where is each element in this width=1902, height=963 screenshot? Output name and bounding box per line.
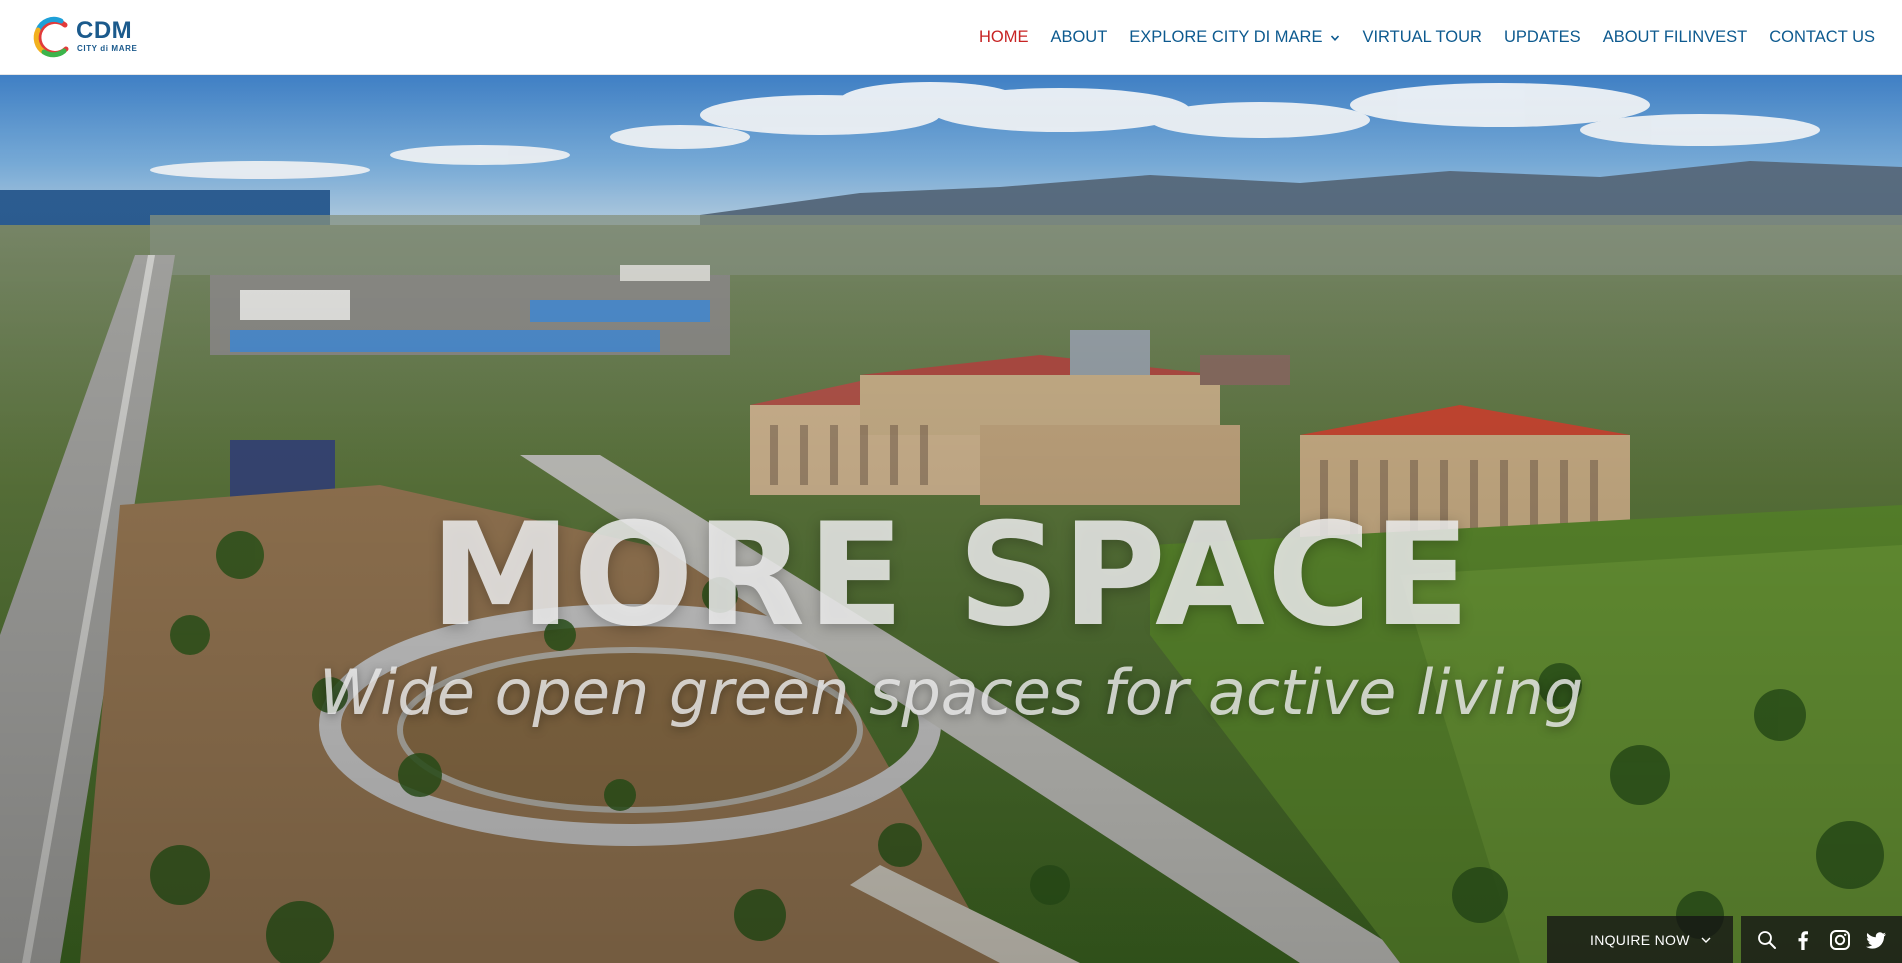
nav-virtual-tour[interactable]: VIRTUAL TOUR xyxy=(1362,28,1482,47)
cdm-logo-mark-icon xyxy=(33,16,69,58)
instagram-icon[interactable] xyxy=(1829,929,1851,951)
hero-headline: MORE SPACE xyxy=(429,493,1473,658)
nav-home[interactable]: HOME xyxy=(979,28,1029,47)
social-links-bar xyxy=(1741,916,1902,963)
inquire-now-button[interactable]: INQUIRE NOW xyxy=(1547,916,1733,963)
hero-banner: MORE SPACE Wide open green spaces for ac… xyxy=(0,75,1902,963)
chevron-down-icon xyxy=(1701,937,1711,943)
twitter-icon[interactable] xyxy=(1865,929,1887,951)
nav-updates[interactable]: UPDATES xyxy=(1504,28,1581,47)
search-icon[interactable] xyxy=(1756,929,1778,951)
hero-subline: Wide open green spaces for active living xyxy=(318,656,1584,729)
nav-about-filinvest[interactable]: ABOUT FILINVEST xyxy=(1603,28,1748,47)
nav-explore-city-di-mare[interactable]: EXPLORE CITY DI MARE xyxy=(1129,28,1340,47)
inquire-now-label: INQUIRE NOW xyxy=(1590,931,1690,948)
site-header: CDM CITY di MARE HOME ABOUT EXPLORE CITY… xyxy=(0,0,1902,75)
nav-contact-us[interactable]: CONTACT US xyxy=(1769,28,1875,47)
nav-explore-label: EXPLORE CITY DI MARE xyxy=(1129,28,1323,46)
cdm-logo[interactable]: CDM CITY di MARE xyxy=(32,16,142,58)
facebook-icon[interactable] xyxy=(1792,929,1814,951)
nav-about[interactable]: ABOUT xyxy=(1050,28,1107,47)
main-nav: HOME ABOUT EXPLORE CITY DI MARE VIRTUAL … xyxy=(979,0,1875,75)
logo-tagline: CITY di MARE xyxy=(77,44,138,53)
logo-wordmark: CDM xyxy=(76,17,133,44)
chevron-down-icon xyxy=(1331,34,1340,41)
